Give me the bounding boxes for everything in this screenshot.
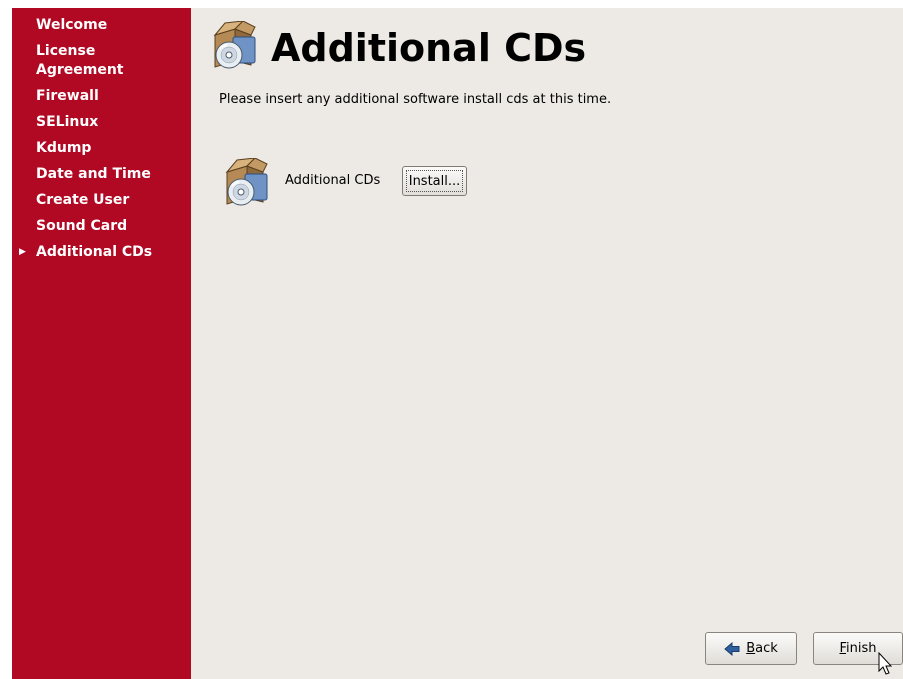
- install-button-label: Install...: [406, 170, 463, 192]
- sidebar-item-label: Additional CDs: [36, 244, 153, 260]
- sidebar-item-welcome: Welcome: [12, 16, 191, 35]
- install-button[interactable]: Install...: [402, 166, 467, 196]
- main-content: Additional CDs Please insert any additio…: [191, 8, 903, 679]
- sidebar-item-label: SELinux: [36, 114, 99, 130]
- sidebar: Welcome License Agreement Firewall SELin…: [12, 8, 191, 679]
- sidebar-item-sound-card: Sound Card: [12, 217, 191, 236]
- sidebar-item-label: Create User: [36, 192, 130, 208]
- back-button-label: Back: [746, 641, 778, 656]
- sidebar-item-label: Welcome: [36, 17, 108, 33]
- steps-list: Welcome License Agreement Firewall SELin…: [12, 16, 191, 269]
- sidebar-item-label: License Agreement: [36, 43, 124, 78]
- cd-package-icon: [223, 158, 269, 208]
- instructions-text: Please insert any additional software in…: [219, 92, 612, 107]
- additional-cds-label: Additional CDs: [285, 173, 381, 188]
- page-title: Additional CDs: [271, 26, 587, 70]
- sidebar-item-label: Firewall: [36, 88, 99, 104]
- firstboot-window: Welcome License Agreement Firewall SELin…: [12, 8, 903, 679]
- sidebar-item-date-and-time: Date and Time: [12, 165, 191, 184]
- sidebar-item-create-user: Create User: [12, 191, 191, 210]
- sidebar-item-additional-cds: ▶ Additional CDs: [12, 243, 191, 262]
- sidebar-item-selinux: SELinux: [12, 113, 191, 132]
- sidebar-item-label: Kdump: [36, 140, 92, 156]
- sidebar-item-license-agreement: License Agreement: [12, 42, 191, 80]
- sidebar-item-label: Date and Time: [36, 166, 151, 182]
- back-button[interactable]: Back: [705, 632, 797, 665]
- sidebar-item-label: Sound Card: [36, 218, 128, 234]
- sidebar-item-kdump: Kdump: [12, 139, 191, 158]
- finish-button-label: Finish: [839, 641, 877, 656]
- current-step-arrow-icon: ▶: [19, 247, 26, 257]
- cd-package-icon: [211, 21, 257, 71]
- mouse-pointer-icon: [878, 652, 892, 675]
- sidebar-item-firewall: Firewall: [12, 87, 191, 106]
- back-arrow-icon: [724, 641, 740, 656]
